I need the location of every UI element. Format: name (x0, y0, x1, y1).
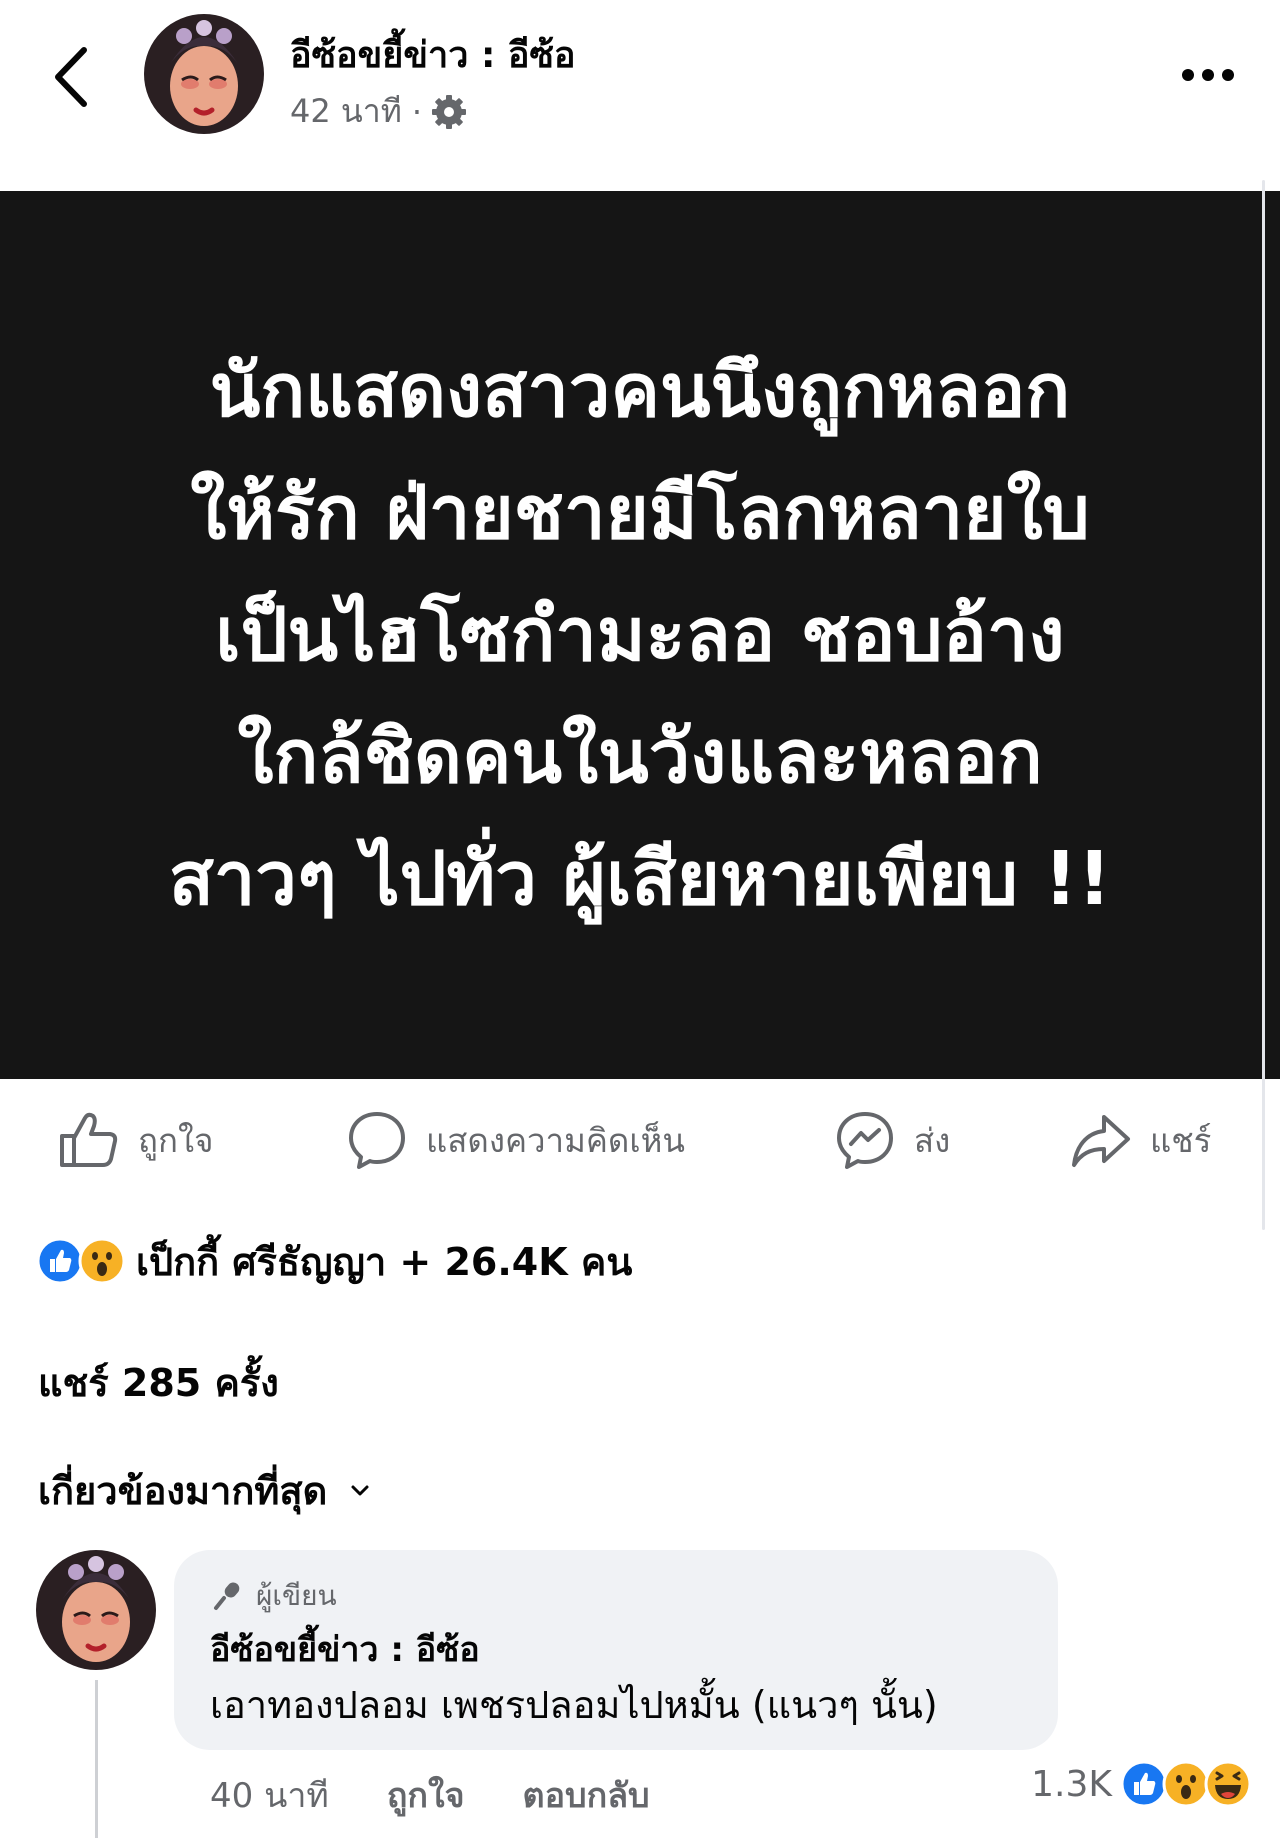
wow-icon (1162, 1760, 1210, 1808)
thumbs-up-icon (60, 1112, 118, 1167)
messenger-icon (837, 1112, 893, 1169)
comment-avatar[interactable] (36, 1550, 156, 1670)
reaction-icons (36, 1237, 126, 1285)
post-time[interactable]: 42 นาที (290, 86, 402, 137)
comment-reply-button[interactable]: ตอบกลับ (523, 1768, 650, 1822)
sort-label: เกี่ยวข้องมากที่สุด (38, 1469, 328, 1513)
like-button[interactable]: ถูกใจ (58, 1100, 213, 1180)
comment-reaction-count: 1.3K (1031, 1763, 1112, 1805)
reactions-text: เป็กกี้ ศรีธัญญา + 26.4K คน (136, 1239, 633, 1284)
like-icon (36, 1237, 84, 1285)
post-header: อีซ้อขยี้ข่าว : อีซ้อ 42 นาที · (0, 0, 1280, 190)
haha-icon (1204, 1760, 1252, 1808)
meta-separator: · (411, 92, 422, 131)
wow-icon (78, 1237, 126, 1285)
post-line: ใกล้ชิดคนในวังและหลอก (237, 714, 1043, 800)
comment-bubble[interactable]: ผู้เขียน อีซ้อขยี้ข่าว : อีซ้อ เอาทองปลอ… (174, 1550, 1058, 1750)
reactions-summary[interactable]: เป็กกี้ ศรีธัญญา + 26.4K คน (36, 1233, 632, 1289)
comment-button[interactable]: แสดงความคิดเห็น (346, 1100, 685, 1180)
comment-text: เอาทองปลอม เพชรปลอมไปหมั้น (แนวๆ นั้น) (210, 1683, 938, 1727)
back-button[interactable] (48, 42, 98, 112)
scrollbar[interactable] (1262, 180, 1265, 1230)
page-avatar[interactable] (144, 14, 264, 134)
author-badge: ผู้เขียน (212, 1574, 337, 1618)
author-badge-label: ผู้เขียน (256, 1579, 337, 1612)
speech-bubble-icon (349, 1112, 405, 1169)
more-options-button[interactable] (1178, 60, 1238, 90)
comment-time[interactable]: 40 นาที (210, 1768, 329, 1822)
post-line: เป็นไฮโซกำมะลอ ชอบอ้าง (215, 592, 1065, 678)
share-arrow-icon (1072, 1115, 1130, 1167)
post-image-text: นักแสดงสาวคนนึงถูกหลอก ให้รัก ฝ่ายชายมีโ… (169, 330, 1112, 940)
more-dots-icon (1182, 69, 1234, 81)
shares-count[interactable]: แชร์ 285 ครั้ง (38, 1352, 279, 1413)
post-meta: 42 นาที · (290, 86, 466, 137)
chevron-left-icon (55, 47, 87, 107)
like-icon (1120, 1760, 1168, 1808)
gear-icon (432, 94, 466, 129)
like-label: ถูกใจ (138, 1120, 214, 1160)
comment-meta: 40 นาที ถูกใจ ตอบกลับ (210, 1768, 708, 1822)
comment-author[interactable]: อีซ้อขยี้ข่าว : อีซ้อ (210, 1622, 480, 1676)
page-name[interactable]: อีซ้อขยี้ข่าว : อีซ้อ (290, 26, 576, 83)
comment-thread-line (95, 1680, 98, 1838)
post-image[interactable]: นักแสดงสาวคนนึงถูกหลอก ให้รัก ฝ่ายชายมีโ… (0, 191, 1280, 1079)
post-line: สาวๆ ไปทั่ว ผู้เสียหายเพียบ !! (168, 836, 1112, 922)
post-line: นักแสดงสาวคนนึงถูกหลอก (209, 348, 1071, 434)
microphone-icon (214, 1582, 240, 1610)
share-button[interactable]: แชร์ (1070, 1100, 1211, 1180)
chevron-down-icon (351, 1485, 369, 1495)
share-label: แชร์ (1150, 1120, 1212, 1160)
comment-reactions[interactable]: 1.3K (1031, 1760, 1252, 1808)
send-label: ส่ง (914, 1120, 951, 1160)
comment-label: แสดงความคิดเห็น (426, 1120, 685, 1160)
action-bar: ถูกใจ แสดงความคิดเห็น ส่ง แชร์ (0, 1100, 1280, 1180)
post-line: ให้รัก ฝ่ายชายมีโลกหลายใบ (190, 470, 1090, 556)
send-button[interactable]: ส่ง (834, 1100, 950, 1180)
comment-sort-dropdown[interactable]: เกี่ยวข้องมากที่สุด (38, 1460, 371, 1521)
comment-like-button[interactable]: ถูกใจ (387, 1768, 465, 1822)
